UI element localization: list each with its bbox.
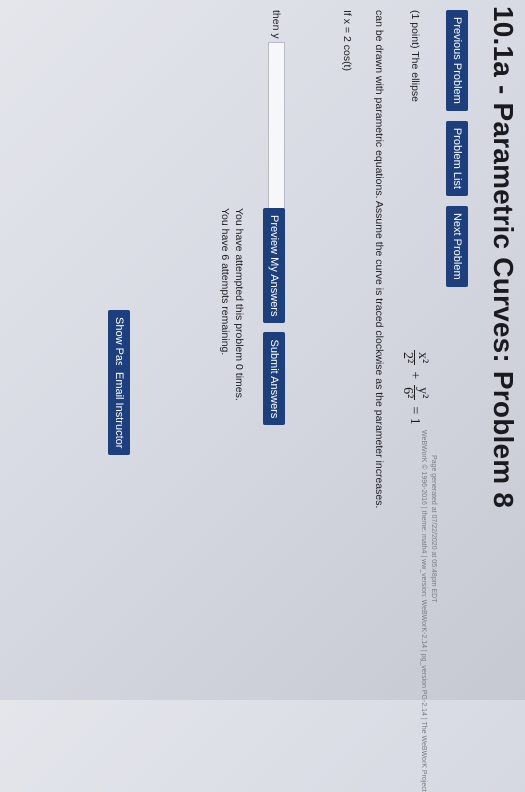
copyright-text: WeBWorK © 1996-2016 | theme: math4 | ww_… [420, 430, 427, 792]
ellipse-equation: x² 2² + y² 6² = 1 [400, 350, 430, 425]
answer-actions: Preview My Answers Submit Answers [263, 208, 285, 426]
page-title: 10.1a - Parametric Curves: Problem 8 [488, 6, 519, 509]
rotated-page: 10.1a - Parametric Curves: Problem 8 Pre… [0, 0, 525, 792]
x-fraction: x² 2² [400, 350, 430, 366]
y-fraction: y² 6² [400, 385, 430, 401]
submit-answers-button[interactable]: Submit Answers [263, 332, 285, 426]
problem-nav: Previous Problem Problem List Next Probl… [446, 10, 468, 287]
given-equation: If x = 2 cos(t) [341, 10, 353, 71]
x-denominator: 2² [400, 352, 415, 364]
y-denominator: 6² [400, 387, 415, 399]
attempts-remaining: You have 6 attempts remaining. [219, 208, 231, 356]
next-problem-button[interactable]: Next Problem [446, 205, 468, 287]
page-generated-text: Page generated at 07/22/2020 at 05:48pm … [430, 455, 437, 603]
preview-answers-button[interactable]: Preview My Answers [263, 208, 285, 324]
y-numerator: y² [414, 385, 430, 401]
email-instructor-button[interactable]: Email Instructor [108, 365, 130, 456]
problem-statement: can be drawn with parametric equations. … [373, 10, 385, 509]
problem-intro: (1 point) The ellipse [409, 10, 421, 103]
x-numerator: x² [414, 350, 430, 366]
attempts-count: You have attempted this problem 0 times. [233, 208, 245, 401]
problem-list-button[interactable]: Problem List [446, 120, 468, 196]
previous-problem-button[interactable]: Previous Problem [446, 10, 468, 111]
equation-rhs: = 1 [407, 406, 423, 425]
plus-sign: + [407, 371, 423, 380]
